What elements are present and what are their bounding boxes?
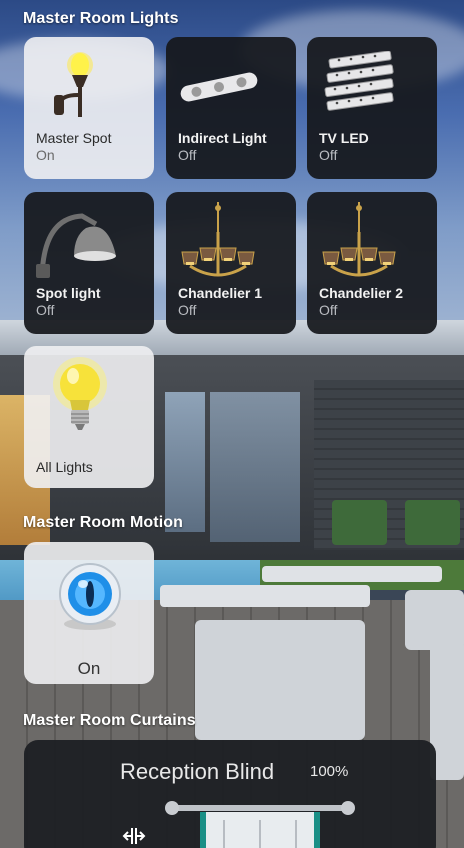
light-state: On (36, 147, 55, 163)
section-title-motion: Master Room Motion (23, 514, 184, 531)
wall-spot-lamp-icon (34, 206, 124, 287)
ceiling-spot-bar-icon (176, 67, 262, 112)
wall-torch-lamp-icon (52, 47, 102, 126)
light-bulb-icon (50, 356, 110, 441)
light-name: Chandelier 2 (319, 285, 404, 301)
open-close-arrows-icon[interactable] (120, 824, 148, 848)
light-name: Chandelier 1 (178, 285, 263, 301)
light-state: Off (178, 147, 197, 163)
light-name: Indirect Light (178, 130, 267, 146)
light-state: Off (178, 302, 197, 318)
led-strip-icon (323, 50, 397, 126)
curtain-name: Reception Blind (120, 759, 275, 784)
light-name: Spot light (36, 285, 101, 301)
light-tile-master-spot[interactable]: Master Spot On (24, 37, 154, 179)
section-title-curtains: Master Room Curtains (23, 712, 196, 729)
light-tile-indirect-light[interactable]: Indirect Light Off (166, 37, 296, 179)
dashboard: Master Room Lights Master Spot On Indire… (0, 0, 464, 848)
chandelier-icon (176, 202, 260, 291)
chandelier-icon (317, 202, 401, 291)
curtain-rod-icon (162, 796, 358, 848)
light-tile-chandelier-1[interactable]: Chandelier 1 Off (166, 192, 296, 334)
light-tile-chandelier-2[interactable]: Chandelier 2 Off (307, 192, 437, 334)
motion-state: On (77, 659, 101, 678)
light-name: Master Spot (36, 130, 112, 146)
light-tile-spot-light[interactable]: Spot light Off (24, 192, 154, 334)
curtain-level: 100% (310, 763, 349, 780)
all-lights-label: All Lights (36, 459, 93, 475)
light-name: TV LED (319, 130, 369, 146)
light-state: Off (36, 302, 55, 318)
light-state: Off (319, 147, 338, 163)
curtain-card-reception-blind[interactable]: Reception Blind 100% (24, 740, 436, 848)
section-title-lights: Master Room Lights (23, 10, 179, 27)
motion-sensor-tile[interactable]: On (24, 542, 154, 684)
light-tile-tv-led[interactable]: TV LED Off (307, 37, 437, 179)
all-lights-tile[interactable]: All Lights (24, 346, 154, 488)
motion-sensor-eye-icon (59, 562, 121, 637)
light-state: Off (319, 302, 338, 318)
